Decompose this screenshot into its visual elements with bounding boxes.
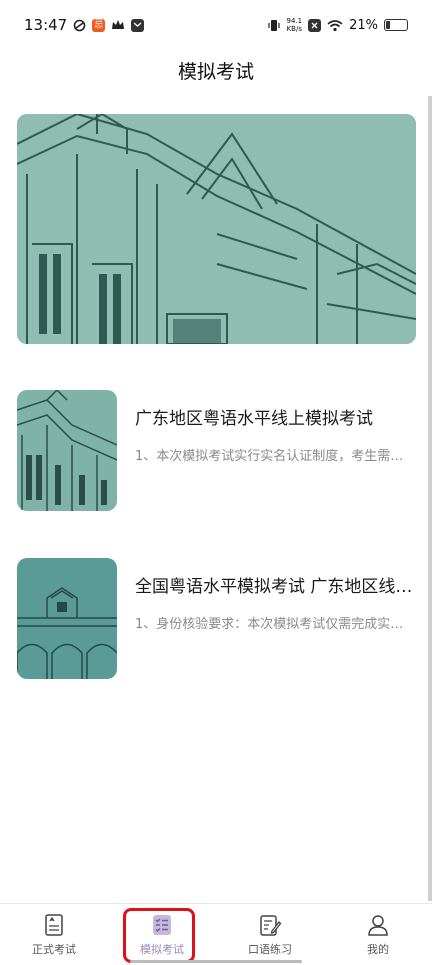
tab-label: 我的 bbox=[367, 943, 389, 956]
tab-label: 口语练习 bbox=[248, 943, 292, 956]
net-speed-unit: KB/s bbox=[286, 25, 302, 33]
message-icon bbox=[131, 18, 145, 32]
crown-icon bbox=[111, 19, 125, 31]
sync-icon bbox=[73, 19, 86, 32]
app-badge-icon: 忌 bbox=[92, 18, 106, 32]
document-icon bbox=[45, 914, 63, 936]
tab-label: 正式考试 bbox=[32, 943, 76, 956]
tab-speaking-practice[interactable]: 口语练习 bbox=[216, 904, 324, 965]
sim-x-icon bbox=[308, 18, 322, 32]
battery-icon bbox=[384, 19, 408, 31]
wifi-icon bbox=[327, 19, 343, 32]
exam-item[interactable]: 全国粤语水平模拟考试 广东地区线上模拟考试 1、身份核验要求：本次模拟考试仅需完… bbox=[17, 558, 416, 679]
exam-item[interactable]: 广东地区粤语水平线上模拟考试 1、本次模拟考试实行实名认证制度，考生需完成实名认… bbox=[17, 390, 416, 511]
exam-title: 全国粤语水平模拟考试 广东地区线上模拟考试 bbox=[135, 577, 416, 597]
status-time: 13:47 bbox=[24, 16, 68, 34]
status-bar: 13:47 忌 94.1 KB/s 21% bbox=[0, 0, 432, 50]
exam-title: 广东地区粤语水平线上模拟考试 bbox=[135, 409, 373, 429]
edit-note-icon bbox=[260, 915, 282, 936]
tab-label: 模拟考试 bbox=[140, 943, 184, 956]
status-left: 13:47 忌 bbox=[24, 16, 145, 34]
battery-percent: 21% bbox=[349, 17, 378, 33]
vibrate-icon bbox=[267, 19, 281, 32]
status-right: 94.1 KB/s 21% bbox=[267, 17, 408, 33]
exam-description: 1、本次模拟考试实行实名认证制度，考生需完成实名认证后方可参加考试 bbox=[135, 449, 416, 464]
page-header: 模拟考试 bbox=[0, 50, 432, 90]
exam-thumbnail bbox=[17, 558, 117, 679]
page-title: 模拟考试 bbox=[177, 60, 254, 83]
net-speed-value: 94.1 bbox=[286, 17, 303, 25]
exam-text: 广东地区粤语水平线上模拟考试 1、本次模拟考试实行实名认证制度，考生需完成实名认… bbox=[135, 390, 416, 511]
exam-list: 广东地区粤语水平线上模拟考试 1、本次模拟考试实行实名认证制度，考生需完成实名认… bbox=[17, 390, 416, 726]
battery-fill bbox=[386, 21, 390, 29]
exam-thumbnail bbox=[17, 390, 117, 511]
checklist-icon bbox=[153, 915, 171, 935]
bottom-tab-bar: 正式考试 模拟考试 口语练习 我的 bbox=[0, 903, 432, 965]
building-illustration bbox=[17, 114, 416, 344]
user-icon bbox=[368, 915, 388, 936]
building-thumbnail bbox=[17, 558, 117, 679]
tab-mock-exam[interactable]: 模拟考试 bbox=[108, 904, 216, 965]
building-thumbnail bbox=[17, 390, 117, 511]
scrollbar[interactable] bbox=[428, 96, 432, 901]
exam-text: 全国粤语水平模拟考试 广东地区线上模拟考试 1、身份核验要求：本次模拟考试仅需完… bbox=[135, 558, 416, 679]
exam-description: 1、身份核验要求：本次模拟考试仅需完成实名认证即可参加 bbox=[135, 617, 416, 632]
banner-image[interactable] bbox=[17, 114, 416, 344]
tab-profile[interactable]: 我的 bbox=[324, 904, 432, 965]
tab-formal-exam[interactable]: 正式考试 bbox=[0, 904, 108, 965]
net-speed: 94.1 KB/s bbox=[287, 17, 303, 33]
home-indicator[interactable] bbox=[130, 960, 302, 963]
